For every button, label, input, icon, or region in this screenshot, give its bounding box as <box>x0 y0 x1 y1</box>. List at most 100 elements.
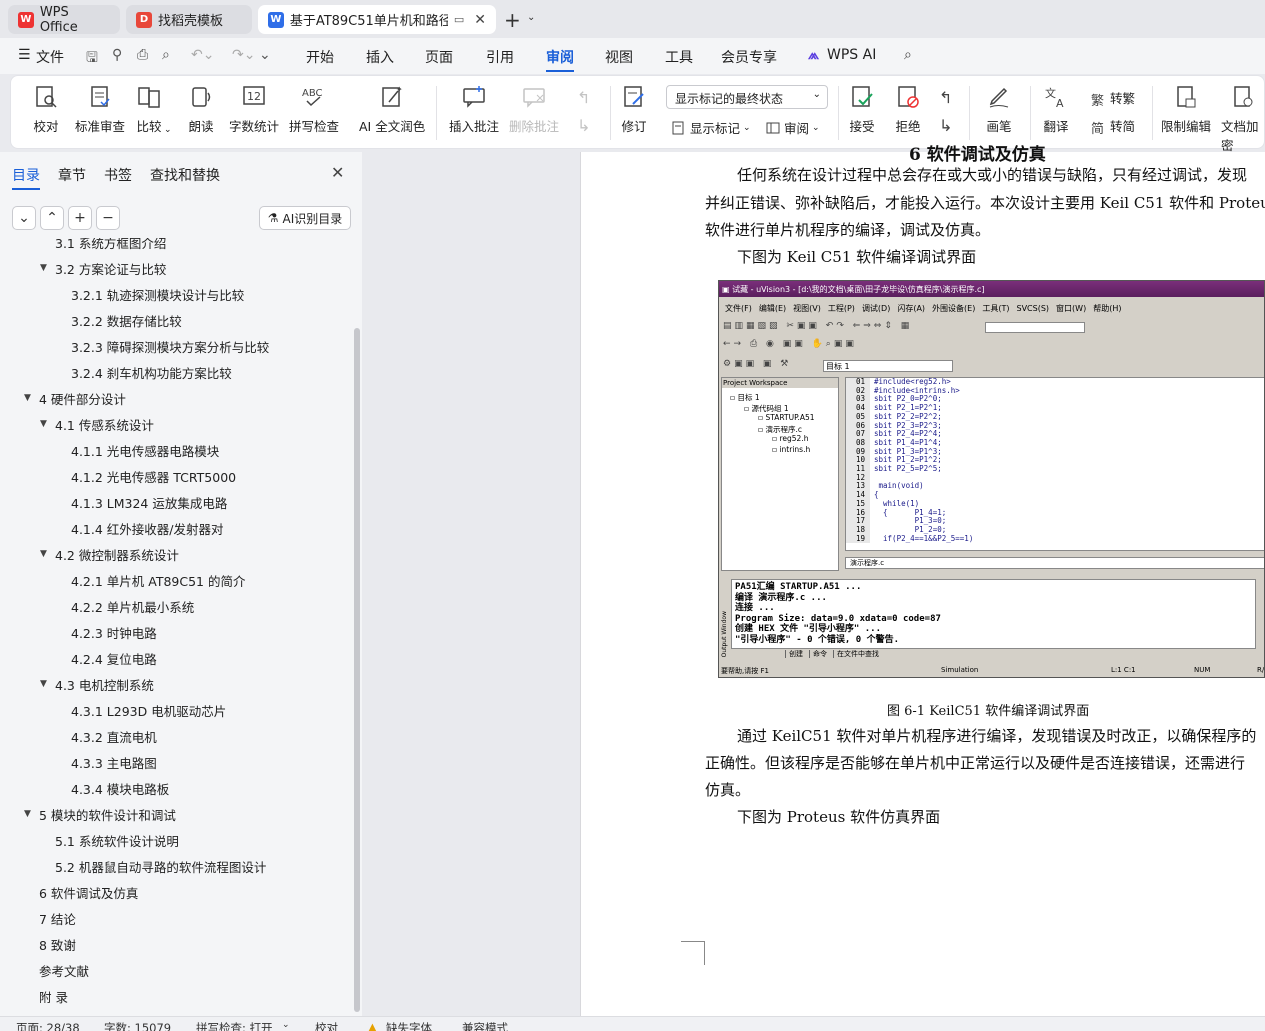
word-count-indicator[interactable]: 字数: 15079 <box>104 1020 171 1031</box>
add-heading-icon[interactable]: + <box>68 206 92 230</box>
tab-template[interactable]: D 找稻壳模板 <box>126 5 252 34</box>
missing-font-status[interactable]: 缺失字体 <box>386 1020 432 1031</box>
next-change-icon[interactable]: ↳ <box>939 116 952 135</box>
toggle-icon[interactable]: ▼ <box>24 809 31 819</box>
toc-item[interactable]: 4.2.3 时钟电路 <box>71 623 157 642</box>
compat-mode-status[interactable]: 兼容模式 <box>462 1020 508 1031</box>
toc-item[interactable]: 3.2.2 数据存储比较 <box>71 311 182 330</box>
expand-up-icon[interactable]: ⌃ <box>40 206 64 230</box>
toc-item[interactable]: 5.1 系统软件设计说明 <box>55 831 179 850</box>
new-tab-icon[interactable]: + <box>504 8 521 32</box>
menu-tools[interactable]: 工具 <box>665 47 693 67</box>
show-markup-button[interactable]: 显示标记 ⌄ <box>671 118 751 137</box>
to-simplified-button[interactable]: 简转简 <box>1091 116 1135 137</box>
chevron-down-icon[interactable]: ⌄ <box>527 12 535 23</box>
share-icon[interactable]: ⚲ <box>112 47 122 63</box>
nav-tab-find-replace[interactable]: 查找和替换 <box>150 165 220 185</box>
markup-mode-select[interactable]: 显示标记的最终状态 ⌄ <box>666 85 828 109</box>
translate-button[interactable]: 文A 翻译 <box>1043 84 1069 135</box>
toc-item[interactable]: 4.1 传感系统设计 <box>55 415 154 434</box>
menu-wps-ai[interactable]: WPS AI <box>827 47 876 63</box>
word-count-button[interactable]: 12 字数统计 <box>229 84 279 135</box>
prev-change-icon[interactable]: ↰ <box>939 88 952 107</box>
toc-item[interactable]: 4.2.2 单片机最小系统 <box>71 597 194 616</box>
toc-item[interactable]: 6 软件调试及仿真 <box>39 883 138 902</box>
monitor-icon[interactable]: ▭ <box>454 13 464 26</box>
toggle-icon[interactable]: ▼ <box>24 393 31 403</box>
menu-page[interactable]: 页面 <box>425 47 453 67</box>
search-icon[interactable]: ⌕ <box>904 47 912 63</box>
track-changes-button[interactable]: 修订 <box>621 84 647 135</box>
print-preview-icon[interactable]: ⌕ <box>162 47 170 63</box>
chevron-down-icon[interactable]: ⌄ <box>282 1020 290 1030</box>
undo-icon[interactable]: ↶⌄ <box>191 47 214 63</box>
more-chevron-icon[interactable]: ⌄ <box>259 47 271 63</box>
toggle-icon[interactable]: ▼ <box>40 419 47 429</box>
insert-comment-button[interactable]: 插入批注 <box>449 84 499 135</box>
collapse-icon[interactable]: ⌄ <box>12 206 36 230</box>
toc-item[interactable]: 3.2.4 刹车机构功能方案比较 <box>71 363 232 382</box>
toc-item[interactable]: 3.2 方案论证与比较 <box>55 259 166 278</box>
redo-icon[interactable]: ↷⌄ <box>232 47 255 63</box>
toggle-icon[interactable]: ▼ <box>40 549 47 559</box>
nav-tab-bookmarks[interactable]: 书签 <box>104 165 132 185</box>
menu-review[interactable]: 审阅 <box>546 47 574 72</box>
proofread-button[interactable]: 校对 <box>33 84 59 135</box>
toc-item[interactable]: 3.2.3 障碍探测模块方案分析与比较 <box>71 337 269 356</box>
tab-wps-office[interactable]: W WPS Office <box>8 5 120 35</box>
ai-polish-button[interactable]: ✦ AI 全文润色 <box>359 84 425 135</box>
restrict-edit-button[interactable]: 限制编辑 <box>1161 84 1211 135</box>
next-comment-icon[interactable]: ↳ <box>577 116 590 135</box>
review-pane-button[interactable]: 审阅 ⌄ <box>765 118 820 137</box>
proofread-status[interactable]: 校对 <box>315 1020 338 1031</box>
spell-check-button[interactable]: ABC 拼写检查 <box>289 84 339 135</box>
toggle-icon[interactable]: ▼ <box>40 263 47 273</box>
toc-item[interactable]: 5 模块的软件设计和调试 <box>39 805 176 824</box>
menu-references[interactable]: 引用 <box>486 47 514 67</box>
menu-insert[interactable]: 插入 <box>366 47 394 67</box>
prev-comment-icon[interactable]: ↰ <box>577 88 590 107</box>
ai-toc-button[interactable]: ⚗ AI识别目录 <box>259 206 351 230</box>
toc-item[interactable]: 4.3 电机控制系统 <box>55 675 154 694</box>
menu-view[interactable]: 视图 <box>605 47 633 67</box>
toc-item[interactable]: 4.2.4 复位电路 <box>71 649 157 668</box>
toc-item[interactable]: 4.2 微控制器系统设计 <box>55 545 179 564</box>
toc-item[interactable]: 4.3.4 模块电路板 <box>71 779 169 798</box>
toc-item[interactable]: 参考文献 <box>39 961 89 980</box>
toc-item[interactable]: 4.1.2 光电传感器 TCRT5000 <box>71 467 236 486</box>
toc-item[interactable]: 8 致谢 <box>39 935 76 954</box>
page-indicator[interactable]: 页面: 28/38 <box>16 1020 80 1031</box>
doc-encrypt-button[interactable]: 文档加密 <box>1221 84 1264 154</box>
delete-comment-button[interactable]: 删除批注 <box>509 84 559 135</box>
toc-item[interactable]: 4 硬件部分设计 <box>39 389 126 408</box>
close-icon[interactable]: ✕ <box>331 163 344 182</box>
toc-item[interactable]: 4.3.2 直流电机 <box>71 727 157 746</box>
toggle-icon[interactable]: ▼ <box>40 679 47 689</box>
toc-item[interactable]: 3.2.1 轨迹探测模块设计与比较 <box>71 285 244 304</box>
accept-button[interactable]: 接受 <box>849 84 875 135</box>
hamburger-icon[interactable]: ☰ <box>18 47 31 63</box>
reject-button[interactable]: 拒绝 <box>895 84 921 135</box>
remove-heading-icon[interactable]: − <box>96 206 120 230</box>
tab-document[interactable]: W 基于AT89C51单片机和路径规 ▭ ✕ <box>258 5 496 34</box>
nav-tab-chapters[interactable]: 章节 <box>58 165 86 185</box>
close-icon[interactable]: ✕ <box>474 12 486 28</box>
toc-item[interactable]: 4.3.3 主电路图 <box>71 753 157 772</box>
to-traditional-button[interactable]: 繁转繁 <box>1091 88 1135 109</box>
standard-review-button[interactable]: 标准审查 <box>75 84 125 135</box>
scrollbar[interactable] <box>354 328 360 1012</box>
toc-item[interactable]: 4.2.1 单片机 AT89C51 的简介 <box>71 571 245 590</box>
menu-membership[interactable]: 会员专享 <box>721 47 777 67</box>
spell-check-toggle[interactable]: 拼写检查: 打开 <box>196 1020 273 1031</box>
toc-item[interactable]: 4.1.3 LM324 运放集成电路 <box>71 493 227 512</box>
read-aloud-button[interactable]: 朗读 <box>188 84 214 135</box>
menu-file[interactable]: 文件 <box>36 47 64 67</box>
menu-home[interactable]: 开始 <box>306 47 334 67</box>
nav-tab-toc[interactable]: 目录 <box>12 165 40 190</box>
ink-pen-button[interactable]: 画笔 <box>986 84 1012 135</box>
save-icon[interactable]: 🖫 <box>86 47 98 71</box>
print-icon[interactable]: ⎙ <box>137 47 148 63</box>
toc-item[interactable]: 4.1.4 红外接收器/发射器对 <box>71 519 224 538</box>
compare-button[interactable]: 比较 ⌄ <box>136 84 172 135</box>
toc-item[interactable]: 4.3.1 L293D 电机驱动芯片 <box>71 701 226 720</box>
